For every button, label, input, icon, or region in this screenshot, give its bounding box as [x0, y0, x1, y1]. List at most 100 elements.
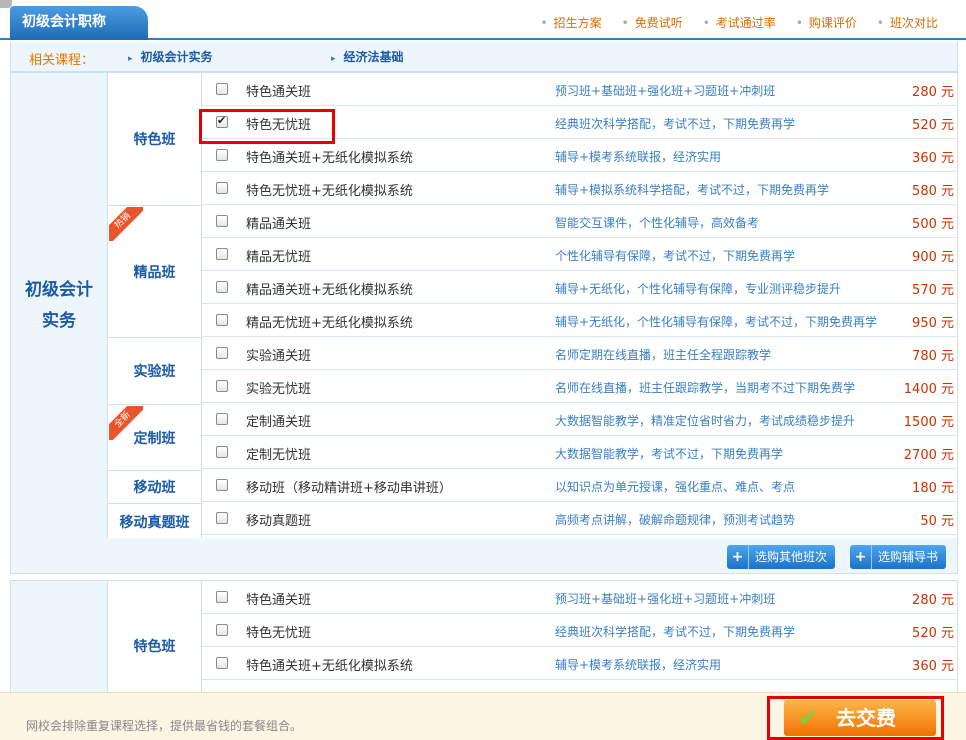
course-description: 经典班次科学搭配，考试不过，下期免费再学	[555, 117, 796, 131]
course-row[interactable]: 特色无忧班 经典班次科学搭配，考试不过，下期免费再学 520 元	[202, 614, 958, 647]
course-description: 辅导+模拟系统科学搭配，考试不过，下期免费再学	[555, 183, 830, 197]
course-description: 辅导+无纸化，个性化辅导有保障，专业测评稳步提升	[555, 282, 842, 296]
course-price: 900 元	[912, 250, 954, 265]
course-checkbox[interactable]	[216, 512, 228, 524]
course-row[interactable]: 特色无忧班+无纸化模拟系统 辅导+模拟系统科学搭配，考试不过，下期免费再学 580 …	[202, 172, 958, 205]
course-price: 360 元	[912, 151, 954, 166]
course-description: 智能交互课件，个性化辅导，高效备考	[555, 216, 760, 230]
course-row[interactable]: 精品通关班+无纸化模拟系统 辅导+无纸化，个性化辅导有保障，专业测评稳步提升 570…	[202, 271, 958, 304]
related-course-law[interactable]: 经济法基础	[331, 48, 404, 65]
course-description: 大数据智能教学，考试不过，下期免费再学	[555, 447, 784, 461]
header: 初级会计职称 招生方案 免费试听 考试通过率 购课评价 班次对比	[0, 0, 966, 40]
group-featured: 特色班	[108, 73, 202, 206]
course-checkbox[interactable]	[216, 83, 228, 95]
course-name: 实验无忧班	[246, 382, 312, 397]
course-name: 实验通关班	[246, 349, 312, 364]
course-row[interactable]: 实验无忧班 名师在线直播，班主任跟踪教学，当期考不过下期免费学 1400 元	[202, 370, 958, 403]
course-price: 1400 元	[903, 382, 954, 397]
course-name: 特色无忧班+无纸化模拟系统	[246, 184, 413, 199]
course-name: 精品通关班	[246, 217, 312, 232]
course-row[interactable]: 精品通关班 智能交互课件，个性化辅导，高效备考 500 元	[202, 205, 958, 238]
course-name: 特色通关班+无纸化模拟系统	[246, 151, 413, 166]
course-checkbox[interactable]	[216, 591, 228, 603]
course-row[interactable]: 特色通关班 预习班+基础班+强化班+习题班+冲刺班 280 元	[202, 73, 958, 106]
course-price: 50 元	[920, 514, 954, 529]
category-label: 初级会计实务	[11, 73, 108, 539]
course-price: 280 元	[912, 85, 954, 100]
course-row[interactable]: 特色通关班+无纸化模拟系统 辅导+模考系统联报，经济实用 360 元	[202, 647, 958, 680]
plus-icon: +	[850, 545, 872, 569]
course-price: 520 元	[912, 118, 954, 133]
course-checkbox[interactable]	[216, 380, 228, 392]
course-price: 780 元	[912, 349, 954, 364]
page-title: 初级会计职称	[10, 6, 148, 40]
course-checkbox[interactable]	[216, 281, 228, 293]
course-selection-page: 初级会计职称 招生方案 免费试听 考试通过率 购课评价 班次对比 相关课程： 初…	[0, 0, 966, 740]
course-description: 经典班次科学搭配，考试不过，下期免费再学	[555, 625, 796, 639]
top-nav: 招生方案 免费试听 考试通过率 购课评价 班次对比	[541, 14, 938, 31]
course-checkbox[interactable]	[216, 314, 228, 326]
group-experimental: 实验班	[108, 338, 202, 405]
nav-compare[interactable]: 班次对比	[877, 14, 938, 31]
course-price: 360 元	[912, 659, 954, 674]
course-name: 精品无忧班	[246, 250, 312, 265]
course-checkbox[interactable]	[216, 215, 228, 227]
nav-enrollment-plan[interactable]: 招生方案	[541, 14, 602, 31]
related-courses-bar: 相关课程： 初级会计实务 经济法基础	[10, 42, 958, 72]
course-description: 名师在线直播，班主任跟踪教学，当期考不过下期免费学	[555, 381, 856, 395]
course-name: 特色通关班	[246, 85, 312, 100]
course-price: 180 元	[912, 481, 954, 496]
course-description: 个性化辅导有保障，考试不过，下期免费再学	[555, 249, 796, 263]
course-name: 移动真题班	[246, 514, 312, 529]
course-name: 定制无忧班	[246, 448, 312, 463]
action-button-bar: + 选购其他班次 + 选购辅导书	[10, 538, 958, 574]
course-price: 280 元	[912, 593, 954, 608]
course-checkbox[interactable]	[216, 446, 228, 458]
course-checkbox[interactable]	[216, 624, 228, 636]
course-description: 辅导+模考系统联报，经济实用	[555, 658, 722, 672]
course-price: 1500 元	[903, 415, 954, 430]
course-checkbox[interactable]	[216, 248, 228, 260]
course-row[interactable]: 精品无忧班+无纸化模拟系统 辅导+无纸化，个性化辅导有保障，考试不过，下期免费再学…	[202, 304, 958, 337]
course-block-accounting: 初级会计实务 特色班 精品班 实验班 定制班 移动班 移动真题班 热销 全新 特…	[10, 72, 958, 539]
course-price: 950 元	[912, 316, 954, 331]
course-checkbox[interactable]	[216, 413, 228, 425]
course-name: 定制通关班	[246, 415, 312, 430]
course-name: 精品通关班+无纸化模拟系统	[246, 283, 413, 298]
course-checkbox[interactable]	[216, 479, 228, 491]
course-row[interactable]: 定制无忧班 大数据智能教学，考试不过，下期免费再学 2700 元	[202, 436, 958, 469]
course-row[interactable]: 定制通关班 大数据智能教学，精准定位省时省力，考试成绩稳步提升 1500 元	[202, 403, 958, 436]
course-price: 520 元	[912, 626, 954, 641]
course-description: 以知识点为单元授课，强化重点、难点、考点	[555, 480, 796, 494]
course-name: 特色通关班	[246, 593, 312, 608]
course-price: 500 元	[912, 217, 954, 232]
course-price: 580 元	[912, 184, 954, 199]
course-price: 2700 元	[903, 448, 954, 463]
nav-free-trial[interactable]: 免费试听	[622, 14, 683, 31]
hot-ribbon: 热销	[109, 207, 143, 241]
buy-other-classes-button[interactable]: + 选购其他班次	[727, 545, 836, 569]
course-row[interactable]: 实验通关班 名师定期在线直播，班主任全程跟踪教学 780 元	[202, 337, 958, 370]
buy-books-button[interactable]: + 选购辅导书	[850, 545, 947, 569]
course-name: 特色通关班+无纸化模拟系统	[246, 659, 413, 674]
course-row[interactable]: 移动真题班 高频考点讲解，破解命题规律，预测考试趋势 50 元	[202, 502, 958, 535]
nav-pass-rate[interactable]: 考试通过率	[703, 14, 776, 31]
plus-icon: +	[727, 545, 749, 569]
course-row[interactable]: 移动班（移动精讲班+移动串讲班） 以知识点为单元授课，强化重点、难点、考点 180 …	[202, 469, 958, 502]
course-checkbox[interactable]	[216, 182, 228, 194]
course-checkbox[interactable]	[216, 657, 228, 669]
course-row[interactable]: 精品无忧班 个性化辅导有保障，考试不过，下期免费再学 900 元	[202, 238, 958, 271]
course-description: 辅导+模考系统联报，经济实用	[555, 150, 722, 164]
related-label: 相关课程：	[29, 53, 95, 68]
course-row[interactable]: 特色通关班 预习班+基础班+强化班+习题班+冲刺班 280 元	[202, 581, 958, 614]
course-name: 移动班（移动精讲班+移动串讲班）	[246, 481, 452, 496]
related-course-accounting[interactable]: 初级会计实务	[128, 48, 213, 65]
course-price: 570 元	[912, 283, 954, 298]
course-description: 辅导+无纸化，个性化辅导有保障，考试不过，下期免费再学	[555, 315, 878, 329]
course-name: 特色无忧班	[246, 626, 312, 641]
course-checkbox[interactable]	[216, 149, 228, 161]
course-description: 高频考点讲解，破解命题规律，预测考试趋势	[555, 513, 796, 527]
pay-highlight	[767, 696, 944, 740]
nav-reviews[interactable]: 购课评价	[796, 14, 857, 31]
course-checkbox[interactable]	[216, 347, 228, 359]
